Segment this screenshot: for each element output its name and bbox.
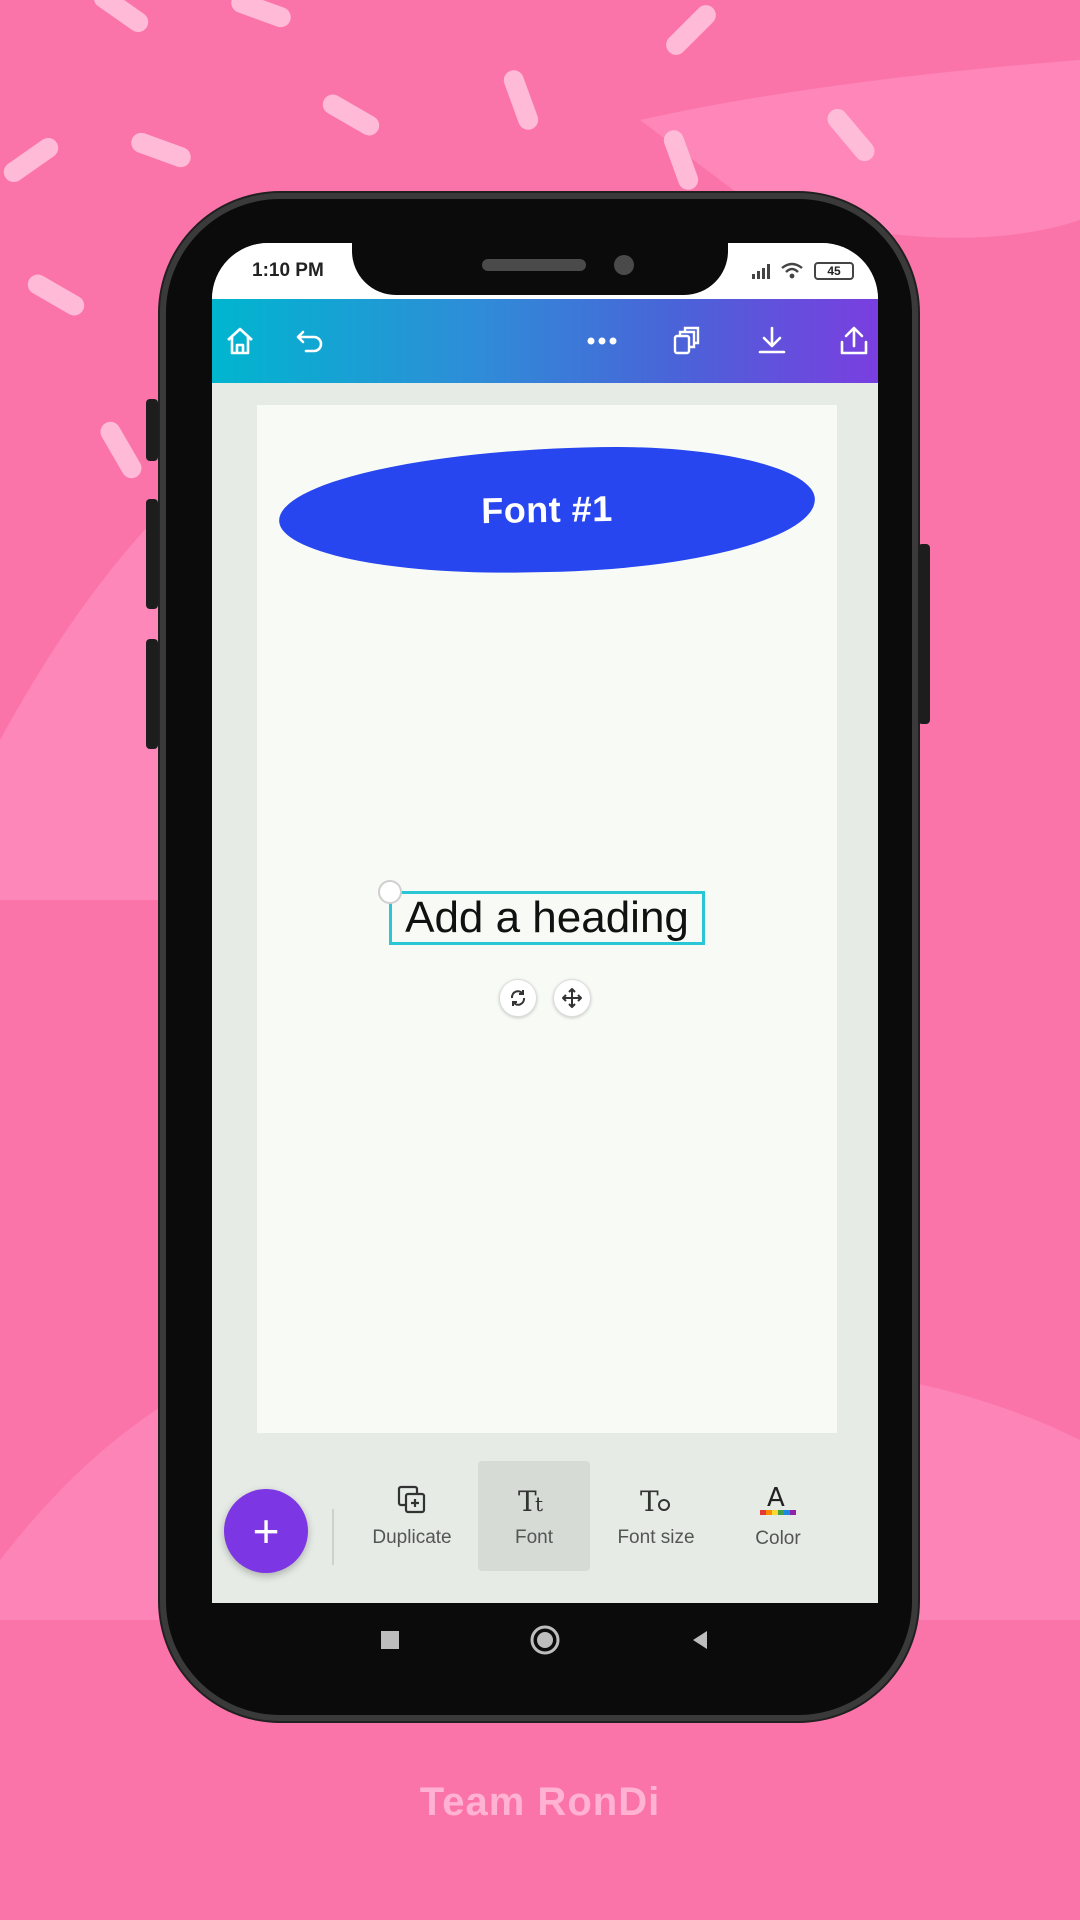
design-canvas[interactable]: Font #1 Add a heading: [257, 405, 837, 1433]
battery-icon: 45: [814, 262, 854, 280]
bottom-toolbar: + Duplicate T t Font T Font size A Color: [212, 1459, 878, 1603]
power-button: [918, 544, 930, 724]
download-icon: [758, 326, 786, 354]
android-nav-bar: [212, 1603, 878, 1677]
svg-text:T: T: [640, 1485, 659, 1517]
camera: [614, 255, 634, 275]
recents-icon: [380, 1631, 399, 1649]
font-label: Font: [514, 1527, 554, 1548]
font-size-label: Font size: [617, 1527, 695, 1548]
font-size-button[interactable]: T Font size: [600, 1461, 712, 1571]
undo-icon: [296, 330, 323, 353]
rotate-icon: [510, 990, 526, 1006]
undo-button[interactable]: [282, 313, 338, 369]
share-icon: [840, 326, 868, 355]
add-button[interactable]: +: [224, 1489, 308, 1573]
recents-button[interactable]: [365, 1615, 415, 1665]
volume-button: [146, 639, 158, 749]
font-icon: T t: [518, 1485, 543, 1517]
move-button[interactable]: [553, 979, 591, 1017]
color-button[interactable]: A Color: [722, 1461, 834, 1571]
home-circle-icon: [530, 1625, 560, 1655]
blob-text[interactable]: Font #1: [481, 488, 613, 532]
color-label: Color: [755, 1528, 801, 1549]
back-icon: [693, 1631, 708, 1649]
text-color-icon: A: [760, 1483, 796, 1515]
svg-text:t: t: [535, 1492, 543, 1516]
duplicate-icon: [397, 1485, 426, 1514]
resize-handle[interactable]: [378, 880, 402, 904]
duplicate-button[interactable]: Duplicate: [356, 1461, 468, 1571]
more-button[interactable]: [574, 313, 630, 369]
status-time: 1:10 PM: [252, 260, 324, 281]
move-icon: [562, 988, 582, 1008]
duplicate-label: Duplicate: [372, 1527, 452, 1548]
more-icon: [587, 337, 617, 345]
home-nav-button[interactable]: [520, 1615, 570, 1665]
wifi-icon: [781, 262, 803, 279]
home-button[interactable]: [212, 313, 268, 369]
phone-screen: 1:10 PM 45 Font #1 Add a heading + Dupli…: [212, 243, 878, 1603]
pages-icon: [673, 326, 700, 355]
blob-shape[interactable]: Font #1: [277, 443, 817, 577]
brand-watermark: Team RonDi: [419, 1780, 661, 1824]
pages-button[interactable]: [658, 313, 714, 369]
volume-button: [146, 399, 158, 461]
app-toolbar: [212, 299, 878, 383]
rotate-button[interactable]: [499, 979, 537, 1017]
divider: [332, 1509, 334, 1565]
share-button[interactable]: [826, 313, 878, 369]
selected-heading[interactable]: Add a heading: [378, 880, 705, 945]
back-button[interactable]: [675, 1615, 725, 1665]
speaker: [482, 259, 586, 271]
phone-frame: 1:10 PM 45 Font #1 Add a heading + Dupli…: [146, 193, 930, 1721]
download-button[interactable]: [744, 313, 800, 369]
notch: [352, 243, 728, 295]
signal-icon: [752, 263, 770, 279]
font-size-icon: T: [640, 1485, 670, 1517]
svg-text:A: A: [767, 1483, 785, 1513]
home-icon: [227, 327, 253, 355]
volume-button: [146, 499, 158, 609]
status-icons: 45: [752, 262, 854, 280]
heading-text[interactable]: Add a heading: [405, 893, 689, 943]
font-button[interactable]: T t Font: [478, 1461, 590, 1571]
